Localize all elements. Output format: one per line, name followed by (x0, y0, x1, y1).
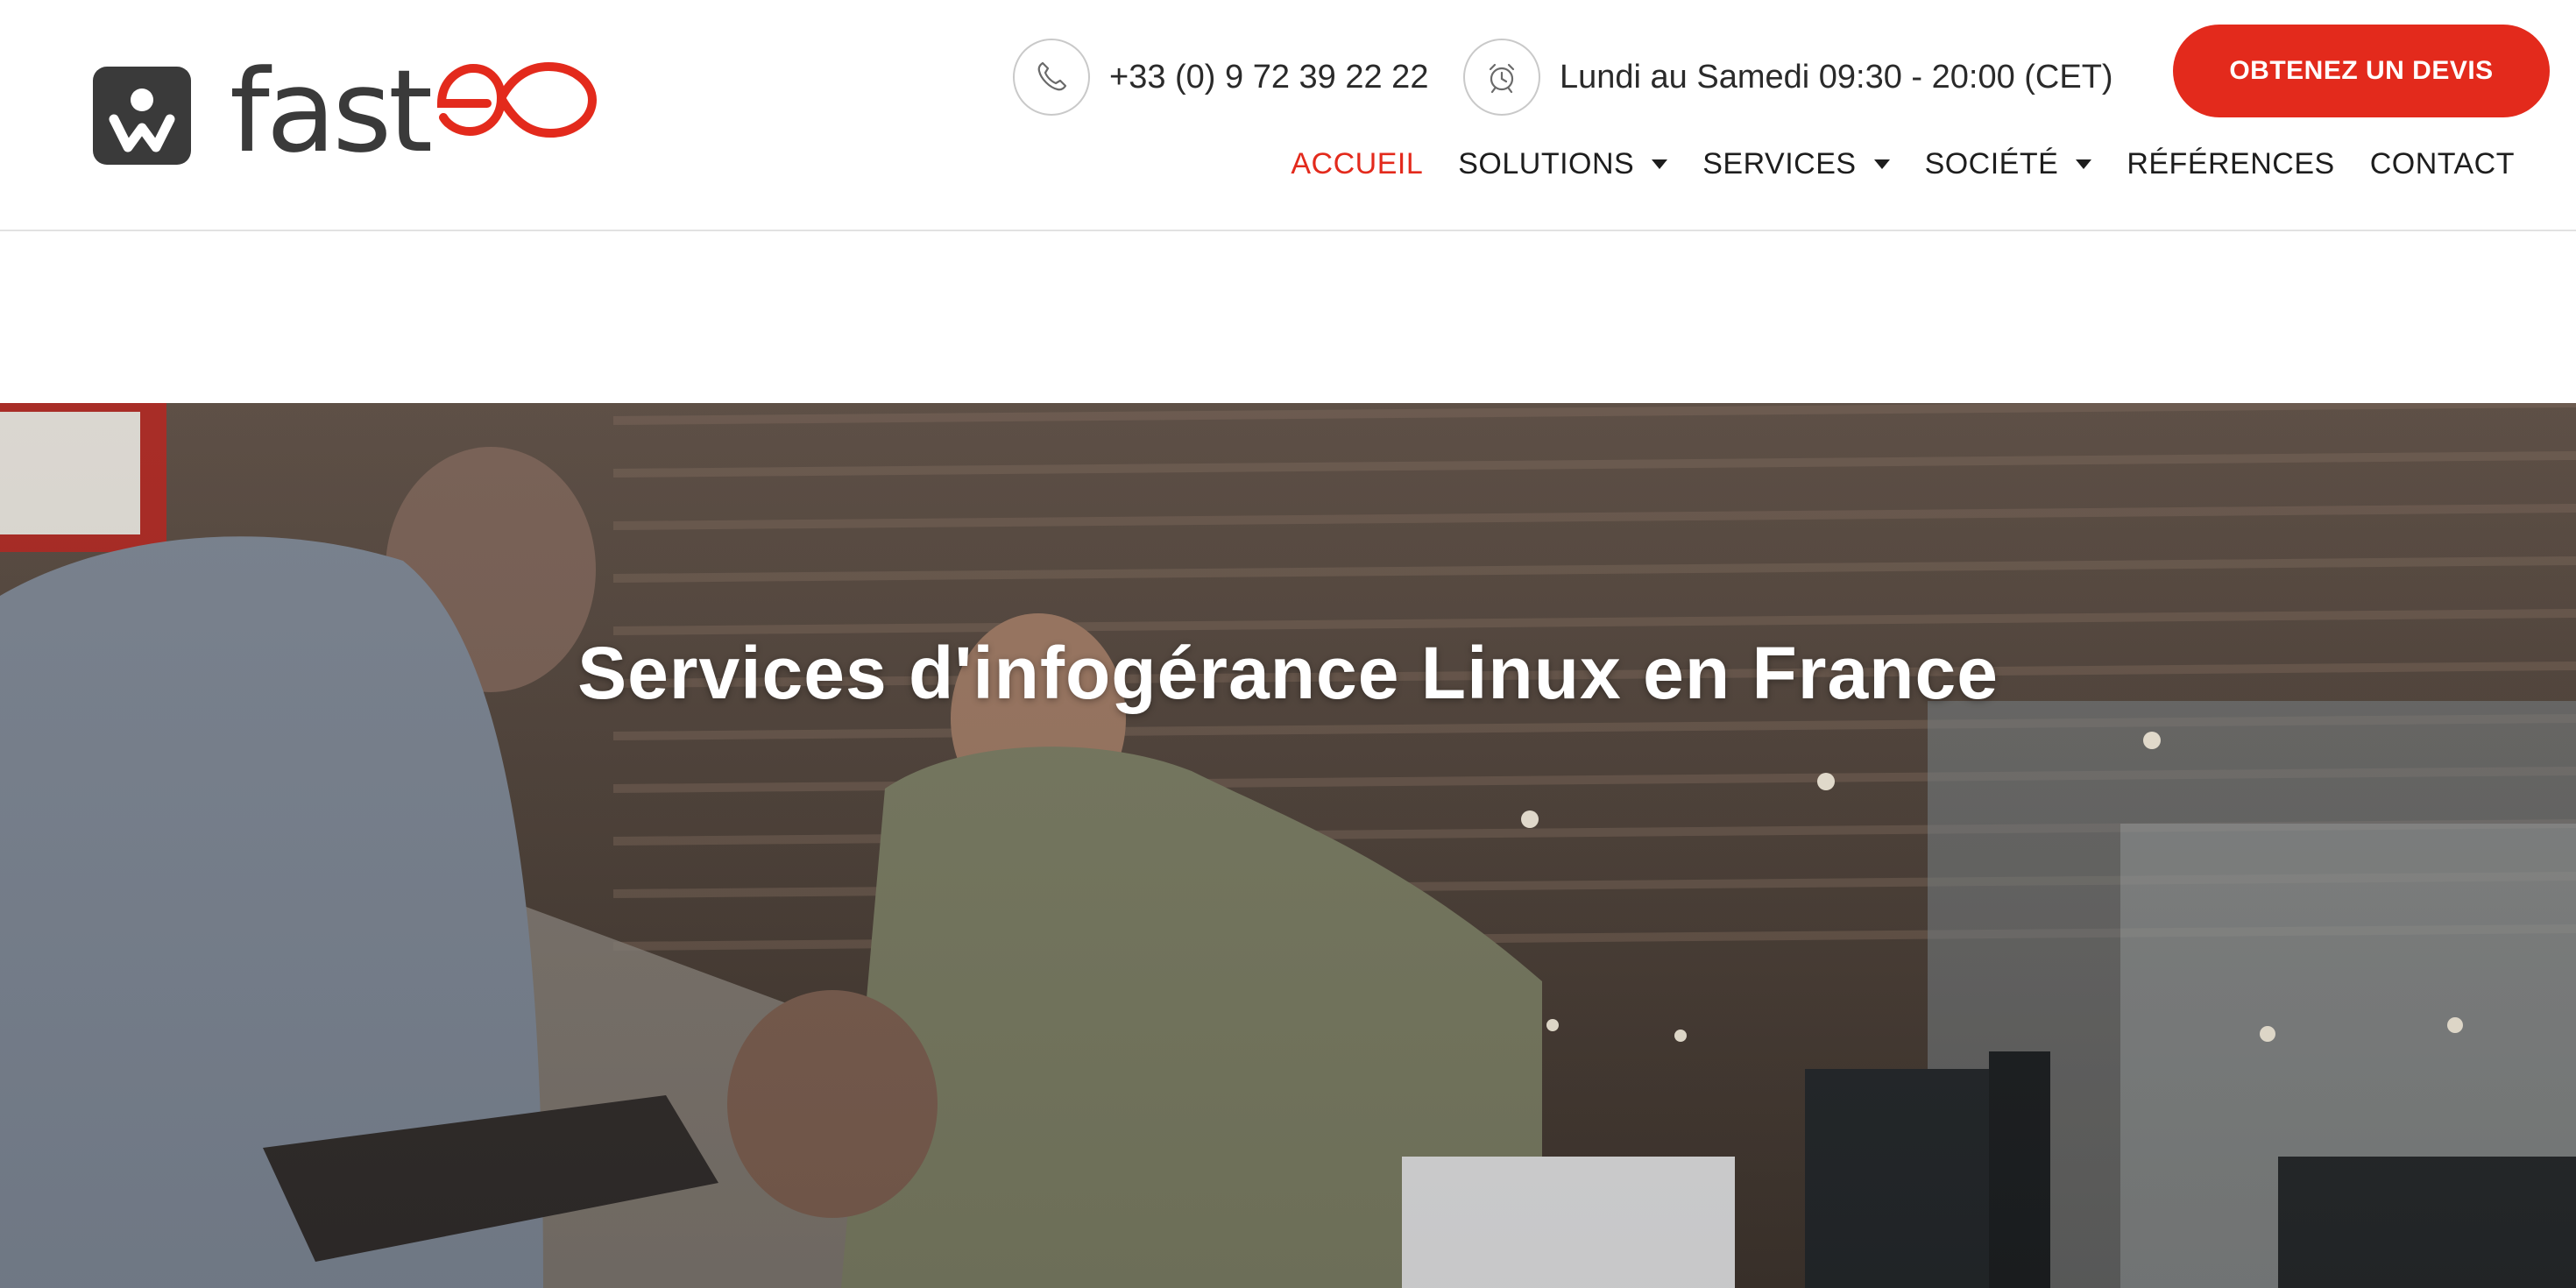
nav-item-references[interactable]: RÉFÉRENCES (2109, 147, 2352, 181)
nav-item-label: CONTACT (2369, 147, 2515, 180)
opening-hours: Lundi au Samedi 09:30 - 20:00 (CET) (1463, 39, 2113, 116)
phone-contact: +33 (0) 9 72 39 22 22 (1013, 39, 1428, 116)
nav-item-accueil[interactable]: ACCUEIL (1273, 147, 1440, 181)
nav-item-label: SOLUTIONS (1458, 147, 1635, 180)
main-nav: ACCUEIL SOLUTIONS SERVICES SOCIÉTÉ RÉFÉR… (1273, 147, 2532, 181)
site-header: fast +33 (0) 9 72 39 22 22 Lundi au Same… (0, 0, 2576, 231)
nav-item-societe[interactable]: SOCIÉTÉ (1907, 147, 2110, 181)
nav-item-label: SERVICES (1702, 147, 1857, 180)
phone-icon (1013, 39, 1090, 116)
hero-title: Services d'infogérance Linux en France (577, 632, 1999, 714)
caret-down-icon (1652, 159, 1668, 169)
logo-mark-icon (93, 67, 191, 165)
phone-number[interactable]: +33 (0) 9 72 39 22 22 (1109, 59, 1428, 96)
nav-item-label: SOCIÉTÉ (1924, 147, 2059, 180)
logo-wordmark-accent (433, 46, 608, 168)
hero-background-image (0, 403, 2576, 1288)
alarm-clock-icon (1463, 39, 1540, 116)
site-logo[interactable]: fast (93, 54, 608, 168)
caret-down-icon (2076, 159, 2092, 169)
nav-item-label: RÉFÉRENCES (2127, 147, 2335, 180)
nav-item-label: ACCUEIL (1291, 147, 1424, 180)
opening-hours-text: Lundi au Samedi 09:30 - 20:00 (CET) (1560, 58, 2113, 96)
nav-item-contact[interactable]: CONTACT (2353, 147, 2532, 181)
caret-down-icon (1873, 159, 1890, 169)
nav-item-solutions[interactable]: SOLUTIONS (1440, 147, 1685, 181)
nav-item-services[interactable]: SERVICES (1685, 147, 1907, 181)
get-quote-button[interactable]: OBTENEZ UN DEVIS (2173, 25, 2550, 117)
logo-wordmark: fast (230, 54, 608, 168)
hero-banner: Services d'infogérance Linux en France (0, 403, 2576, 1288)
logo-wordmark-dark: fast (230, 45, 433, 178)
